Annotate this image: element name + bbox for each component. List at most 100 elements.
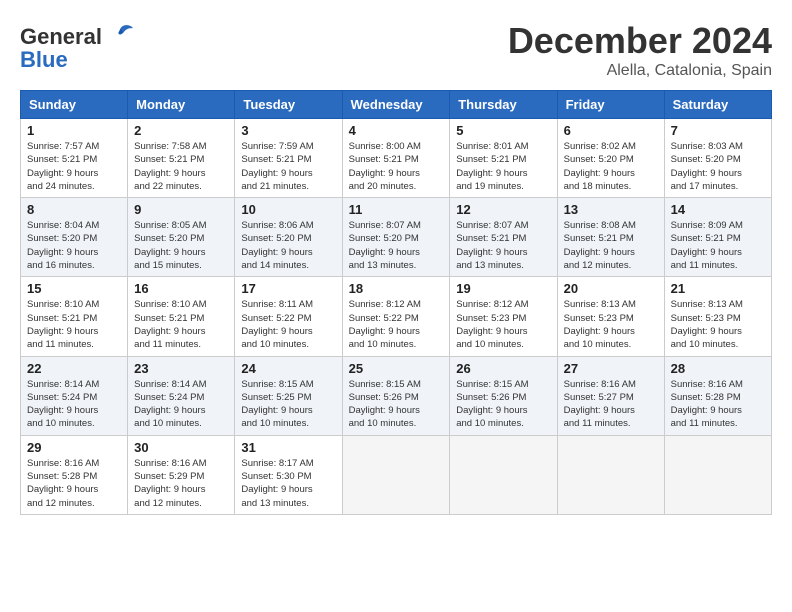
calendar-cell: 10 Sunrise: 8:06 AM Sunset: 5:20 PM Dayli… xyxy=(235,198,342,277)
calendar-cell: 25 Sunrise: 8:15 AM Sunset: 5:26 PM Dayli… xyxy=(342,356,450,435)
calendar-cell: 19 Sunrise: 8:12 AM Sunset: 5:23 PM Dayli… xyxy=(450,277,557,356)
calendar-cell: 23 Sunrise: 8:14 AM Sunset: 5:24 PM Dayli… xyxy=(128,356,235,435)
logo-text: General xyxy=(20,24,102,50)
calendar-cell: 18 Sunrise: 8:12 AM Sunset: 5:22 PM Dayli… xyxy=(342,277,450,356)
page-header: General Blue December 2024 Alella, Catal… xyxy=(20,20,772,80)
day-number: 31 xyxy=(241,440,335,455)
calendar-cell: 4 Sunrise: 8:00 AM Sunset: 5:21 PM Daylig… xyxy=(342,119,450,198)
weekday-header-monday: Monday xyxy=(128,91,235,119)
day-number: 28 xyxy=(671,361,765,376)
weekday-header-tuesday: Tuesday xyxy=(235,91,342,119)
weekday-header-saturday: Saturday xyxy=(664,91,771,119)
day-number: 21 xyxy=(671,281,765,296)
day-info: Sunrise: 8:05 AM Sunset: 5:20 PM Dayligh… xyxy=(134,219,228,272)
calendar-cell: 30 Sunrise: 8:16 AM Sunset: 5:29 PM Dayli… xyxy=(128,435,235,514)
day-number: 3 xyxy=(241,123,335,138)
day-info: Sunrise: 8:12 AM Sunset: 5:22 PM Dayligh… xyxy=(349,298,444,351)
day-info: Sunrise: 8:15 AM Sunset: 5:25 PM Dayligh… xyxy=(241,378,335,431)
day-info: Sunrise: 8:16 AM Sunset: 5:27 PM Dayligh… xyxy=(564,378,658,431)
calendar-cell: 2 Sunrise: 7:58 AM Sunset: 5:21 PM Daylig… xyxy=(128,119,235,198)
day-number: 19 xyxy=(456,281,550,296)
calendar-cell: 7 Sunrise: 8:03 AM Sunset: 5:20 PM Daylig… xyxy=(664,119,771,198)
day-number: 30 xyxy=(134,440,228,455)
day-number: 6 xyxy=(564,123,658,138)
calendar-cell: 8Sunrise: 8:04 AM Sunset: 5:20 PM Daylig… xyxy=(21,198,128,277)
day-number: 5 xyxy=(456,123,550,138)
day-number: 25 xyxy=(349,361,444,376)
calendar-cell: 5 Sunrise: 8:01 AM Sunset: 5:21 PM Daylig… xyxy=(450,119,557,198)
weekday-header-friday: Friday xyxy=(557,91,664,119)
day-number: 2 xyxy=(134,123,228,138)
day-info: Sunrise: 8:14 AM Sunset: 5:24 PM Dayligh… xyxy=(27,378,121,431)
calendar-cell: 31 Sunrise: 8:17 AM Sunset: 5:30 PM Dayli… xyxy=(235,435,342,514)
day-info: Sunrise: 8:13 AM Sunset: 5:23 PM Dayligh… xyxy=(564,298,658,351)
calendar-week-3: 15 Sunrise: 8:10 AM Sunset: 5:21 PM Dayli… xyxy=(21,277,772,356)
calendar-cell: 6 Sunrise: 8:02 AM Sunset: 5:20 PM Daylig… xyxy=(557,119,664,198)
day-info: Sunrise: 8:15 AM Sunset: 5:26 PM Dayligh… xyxy=(456,378,550,431)
day-number: 29 xyxy=(27,440,121,455)
calendar-week-2: 8Sunrise: 8:04 AM Sunset: 5:20 PM Daylig… xyxy=(21,198,772,277)
day-info: Sunrise: 8:16 AM Sunset: 5:28 PM Dayligh… xyxy=(671,378,765,431)
day-info: Sunrise: 8:10 AM Sunset: 5:21 PM Dayligh… xyxy=(27,298,121,351)
calendar-cell: 26Sunrise: 8:15 AM Sunset: 5:26 PM Dayli… xyxy=(450,356,557,435)
day-info: Sunrise: 8:06 AM Sunset: 5:20 PM Dayligh… xyxy=(241,219,335,272)
day-info: Sunrise: 8:02 AM Sunset: 5:20 PM Dayligh… xyxy=(564,140,658,193)
day-number: 27 xyxy=(564,361,658,376)
calendar-cell: 15 Sunrise: 8:10 AM Sunset: 5:21 PM Dayli… xyxy=(21,277,128,356)
calendar-cell: 1Sunrise: 7:57 AM Sunset: 5:21 PM Daylig… xyxy=(21,119,128,198)
weekday-header-thursday: Thursday xyxy=(450,91,557,119)
calendar-week-4: 22 Sunrise: 8:14 AM Sunset: 5:24 PM Dayli… xyxy=(21,356,772,435)
calendar-cell: 11 Sunrise: 8:07 AM Sunset: 5:20 PM Dayli… xyxy=(342,198,450,277)
day-info: Sunrise: 7:57 AM Sunset: 5:21 PM Dayligh… xyxy=(27,140,121,193)
day-number: 9 xyxy=(134,202,228,217)
calendar-cell: 12Sunrise: 8:07 AM Sunset: 5:21 PM Dayli… xyxy=(450,198,557,277)
day-info: Sunrise: 7:58 AM Sunset: 5:21 PM Dayligh… xyxy=(134,140,228,193)
calendar-cell xyxy=(664,435,771,514)
calendar-cell: 9 Sunrise: 8:05 AM Sunset: 5:20 PM Daylig… xyxy=(128,198,235,277)
day-info: Sunrise: 8:14 AM Sunset: 5:24 PM Dayligh… xyxy=(134,378,228,431)
calendar-header-row: SundayMondayTuesdayWednesdayThursdayFrid… xyxy=(21,91,772,119)
day-number: 22 xyxy=(27,361,121,376)
day-number: 20 xyxy=(564,281,658,296)
day-info: Sunrise: 8:00 AM Sunset: 5:21 PM Dayligh… xyxy=(349,140,444,193)
day-info: Sunrise: 8:03 AM Sunset: 5:20 PM Dayligh… xyxy=(671,140,765,193)
day-number: 10 xyxy=(241,202,335,217)
day-info: Sunrise: 8:01 AM Sunset: 5:21 PM Dayligh… xyxy=(456,140,550,193)
day-info: Sunrise: 8:15 AM Sunset: 5:26 PM Dayligh… xyxy=(349,378,444,431)
calendar-cell xyxy=(342,435,450,514)
day-info: Sunrise: 8:12 AM Sunset: 5:23 PM Dayligh… xyxy=(456,298,550,351)
weekday-header-sunday: Sunday xyxy=(21,91,128,119)
day-info: Sunrise: 8:16 AM Sunset: 5:28 PM Dayligh… xyxy=(27,457,121,510)
logo: General Blue xyxy=(20,20,135,73)
day-info: Sunrise: 8:10 AM Sunset: 5:21 PM Dayligh… xyxy=(134,298,228,351)
weekday-header-wednesday: Wednesday xyxy=(342,91,450,119)
calendar-cell: 22 Sunrise: 8:14 AM Sunset: 5:24 PM Dayli… xyxy=(21,356,128,435)
day-number: 4 xyxy=(349,123,444,138)
day-number: 14 xyxy=(671,202,765,217)
day-info: Sunrise: 8:17 AM Sunset: 5:30 PM Dayligh… xyxy=(241,457,335,510)
location-title: Alella, Catalonia, Spain xyxy=(508,62,772,80)
day-number: 16 xyxy=(134,281,228,296)
calendar-table: SundayMondayTuesdayWednesdayThursdayFrid… xyxy=(20,90,772,515)
day-number: 7 xyxy=(671,123,765,138)
day-info: Sunrise: 8:07 AM Sunset: 5:21 PM Dayligh… xyxy=(456,219,550,272)
day-info: Sunrise: 8:07 AM Sunset: 5:20 PM Dayligh… xyxy=(349,219,444,272)
day-number: 15 xyxy=(27,281,121,296)
calendar-cell: 24Sunrise: 8:15 AM Sunset: 5:25 PM Dayli… xyxy=(235,356,342,435)
calendar-cell: 13Sunrise: 8:08 AM Sunset: 5:21 PM Dayli… xyxy=(557,198,664,277)
calendar-cell xyxy=(450,435,557,514)
day-info: Sunrise: 8:16 AM Sunset: 5:29 PM Dayligh… xyxy=(134,457,228,510)
calendar-week-5: 29 Sunrise: 8:16 AM Sunset: 5:28 PM Dayli… xyxy=(21,435,772,514)
day-number: 11 xyxy=(349,202,444,217)
day-info: Sunrise: 8:09 AM Sunset: 5:21 PM Dayligh… xyxy=(671,219,765,272)
calendar-cell: 3 Sunrise: 7:59 AM Sunset: 5:21 PM Daylig… xyxy=(235,119,342,198)
logo-blue-text: Blue xyxy=(20,47,68,73)
calendar-cell: 16 Sunrise: 8:10 AM Sunset: 5:21 PM Dayli… xyxy=(128,277,235,356)
day-number: 8 xyxy=(27,202,121,217)
day-number: 23 xyxy=(134,361,228,376)
day-info: Sunrise: 8:08 AM Sunset: 5:21 PM Dayligh… xyxy=(564,219,658,272)
calendar-week-1: 1Sunrise: 7:57 AM Sunset: 5:21 PM Daylig… xyxy=(21,119,772,198)
month-title: December 2024 xyxy=(508,20,772,62)
day-number: 18 xyxy=(349,281,444,296)
day-info: Sunrise: 7:59 AM Sunset: 5:21 PM Dayligh… xyxy=(241,140,335,193)
